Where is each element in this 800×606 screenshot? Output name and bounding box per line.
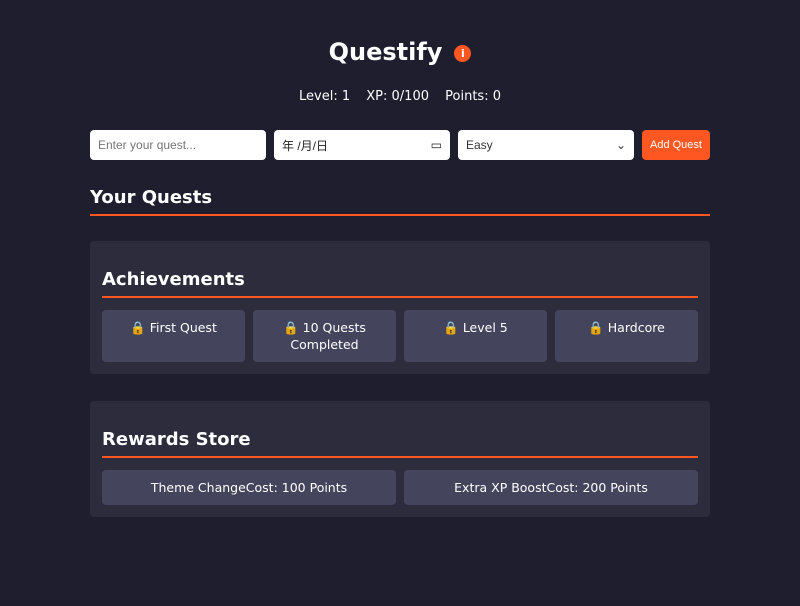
add-quest-button[interactable]: Add Quest bbox=[642, 130, 710, 160]
info-icon[interactable]: i bbox=[454, 44, 472, 62]
achievement-card: 🔒 First Quest bbox=[102, 310, 245, 362]
achievement-label: Level 5 bbox=[462, 320, 508, 335]
quest-form: 年 /月/日 ▭ Easy ⌄ Add Quest bbox=[90, 130, 710, 160]
level-stat: Level: 1 bbox=[299, 89, 351, 104]
rewards-heading: Rewards Store bbox=[102, 429, 698, 458]
date-value: 年 /月/日 bbox=[282, 138, 329, 153]
lock-icon: 🔒 bbox=[283, 320, 299, 335]
quest-input[interactable] bbox=[90, 130, 266, 160]
achievements-heading: Achievements bbox=[102, 269, 698, 298]
difficulty-value: Easy bbox=[466, 138, 493, 152]
achievement-label: First Quest bbox=[149, 320, 217, 335]
achievement-card: 🔒 Level 5 bbox=[404, 310, 547, 362]
achievements-panel: Achievements 🔒 First Quest 🔒 10 Quests C… bbox=[90, 241, 710, 374]
achievement-label: Hardcore bbox=[607, 320, 665, 335]
difficulty-select[interactable]: Easy ⌄ bbox=[458, 130, 634, 160]
lock-icon: 🔒 bbox=[443, 320, 459, 335]
xp-stat: XP: 0/100 bbox=[366, 89, 429, 104]
reward-item[interactable]: Extra XP BoostCost: 200 Points bbox=[404, 470, 698, 505]
rewards-panel: Rewards Store Theme ChangeCost: 100 Poin… bbox=[90, 401, 710, 517]
lock-icon: 🔒 bbox=[130, 320, 146, 335]
title-text: Questify bbox=[328, 38, 443, 66]
stats-bar: Level: 1 XP: 0/100 Points: 0 bbox=[90, 89, 710, 104]
achievement-card: 🔒 10 Quests Completed bbox=[253, 310, 396, 362]
date-input[interactable]: 年 /月/日 ▭ bbox=[274, 130, 450, 160]
chevron-down-icon: ⌄ bbox=[615, 138, 626, 152]
your-quests-heading: Your Quests bbox=[90, 187, 710, 216]
calendar-icon[interactable]: ▭ bbox=[431, 138, 442, 152]
achievement-label: 10 Quests Completed bbox=[290, 320, 366, 352]
page-title: Questify i bbox=[90, 38, 710, 66]
reward-item[interactable]: Theme ChangeCost: 100 Points bbox=[102, 470, 396, 505]
achievement-card: 🔒 Hardcore bbox=[555, 310, 698, 362]
points-stat: Points: 0 bbox=[445, 89, 501, 104]
lock-icon: 🔒 bbox=[588, 320, 604, 335]
